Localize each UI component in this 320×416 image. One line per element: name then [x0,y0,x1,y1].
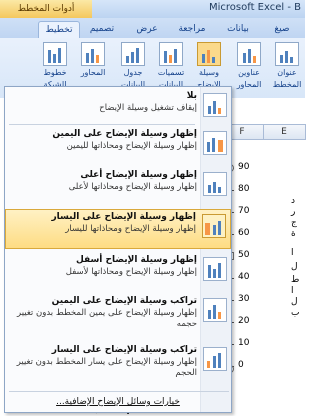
chart-title-label-2: المخطط [272,80,302,89]
y-tick-20: 20 [238,316,250,326]
axis-title-char: ر [291,207,296,217]
chart-title-icon [275,42,299,66]
window-title: Microsoft Excel - B [208,2,301,13]
legend-option-desc: إظهار وسيلة الإيضاح ومحاذاتها لأسفل [65,267,197,277]
legend-option-top[interactable]: إظهار وسيلة الإيضاح أعلى إظهار وسيلة الإ… [5,168,231,206]
ribbon-tabs: صيغ بيانات مراجعة عرض تصميم تخطيط [0,18,305,39]
legend-option-title: إظهار وسيلة الإيضاح أسفل [75,255,197,265]
axis-title-char: ل [291,262,298,272]
column-header-e[interactable]: E [262,124,306,140]
legend-none-icon [203,93,227,117]
legend-option-desc: إظهار وسيلة الإيضاح ومحاذاتها لليسار [65,224,196,234]
y-tick-80: 80 [238,184,250,194]
chart-title-label-1: عنوان [277,68,297,77]
legend-option-title: إظهار وسيلة الإيضاح أعلى [80,170,197,180]
legend-option-desc: إظهار وسيلة الإيضاح ومحاذاتها لأعلى [68,182,197,192]
legend-right-icon [203,131,227,155]
tab-design[interactable]: تصميم [80,21,124,38]
gridlines-label-1: خطوط [43,68,67,77]
legend-option-desc: إظهار وسيلة الإيضاح على يمين المخطط بدون… [17,308,197,329]
legend-option-desc: إظهار وسيلة الإيضاح على يسار المخطط بدون… [16,357,197,378]
legend-icon [197,42,221,66]
tab-layout[interactable]: تخطيط [38,21,80,39]
tab-view[interactable]: عرض [128,21,166,38]
axis-title-char: ج [291,218,297,228]
axis-title-char: ا [291,286,294,296]
legend-option-overlay-right[interactable]: تراكب وسيلة الإيضاح على اليمين إظهار وسي… [5,294,231,340]
axes-icon [81,42,105,66]
axis-title-char: د [291,196,296,206]
legend-option-title: إظهار وسيلة الإيضاح على اليسار [51,212,196,222]
legend-dropdown-menu: بلا إيقاف تشغيل وسيلة الإيضاح إظهار وسيل… [4,86,232,413]
more-legend-options-link[interactable]: خيارات وسائل الإيضاح الإضافية... [5,394,231,410]
data-labels-icon [159,42,183,66]
title-bar: أدوات المخطط Microsoft Excel - B [0,0,305,19]
y-tick-50: 50 [238,250,250,260]
axis-title-char: ا [291,248,294,258]
tab-data[interactable]: بيانات [218,21,258,38]
axis-titles-button[interactable]: عناوين المحاور [232,42,266,96]
y-tick-30: 30 [238,294,250,304]
legend-option-title: تراكب وسيلة الإيضاح على اليمين [51,296,197,306]
tab-review[interactable]: مراجعة [170,21,214,38]
legend-option-overlay-left[interactable]: تراكب وسيلة الإيضاح على اليسار إظهار وسي… [5,343,231,389]
axes-label-1: المحاور [80,68,106,77]
axis-title-char: ب [291,308,300,318]
data-labels-label-1: تسميات [157,68,185,77]
axis-titles-label-1: عناوين [238,68,260,77]
menu-separator [9,391,229,392]
axis-title-char: ط [291,275,300,285]
tab-formulas[interactable]: صيغ [262,21,302,38]
chart-title-button[interactable]: عنوان المخطط [270,42,304,96]
legend-option-none[interactable]: بلا إيقاف تشغيل وسيلة الإيضاح [5,89,231,123]
legend-bottom-icon [203,257,227,281]
legend-left-icon [202,214,226,238]
y-tick-10: 10 [238,338,250,348]
legend-option-desc: إيقاف تشغيل وسيلة الإيضاح [99,103,197,113]
data-table-label-1: جدول [123,68,143,77]
legend-top-icon [203,172,227,196]
legend-option-title: إظهار وسيلة الإيضاح على اليمين [52,129,197,139]
y-tick-0: 0 [238,360,244,370]
legend-option-right[interactable]: إظهار وسيلة الإيضاح على اليمين إظهار وسي… [5,127,231,165]
menu-separator [9,124,195,125]
axis-title-char: ل [291,297,298,307]
legend-overlay-right-icon [203,298,227,322]
legend-option-desc: إظهار وسيلة الإيضاح ومحاذاتها لليمين [66,141,197,151]
axis-title-char: ة [291,229,296,239]
legend-option-bottom[interactable]: إظهار وسيلة الإيضاح أسفل إظهار وسيلة الإ… [5,253,231,291]
y-tick-40: 40 [238,272,250,282]
legend-label-1: وسيلة [199,68,219,77]
y-tick-60: 60 [238,228,250,238]
legend-overlay-left-icon [203,347,227,371]
gridlines-icon [43,42,67,66]
y-tick-90: 90 [238,162,250,172]
legend-option-left[interactable]: إظهار وسيلة الإيضاح على اليسار إظهار وسي… [5,209,231,249]
axis-titles-icon [237,42,261,66]
legend-option-title: بلا [186,91,197,101]
chart-tools-context-tab[interactable]: أدوات المخطط [0,0,92,18]
y-tick-70: 70 [238,206,250,216]
data-table-icon [121,42,145,66]
legend-option-title: تراكب وسيلة الإيضاح على اليسار [51,345,197,355]
axis-titles-label-2: المحاور [236,80,262,89]
